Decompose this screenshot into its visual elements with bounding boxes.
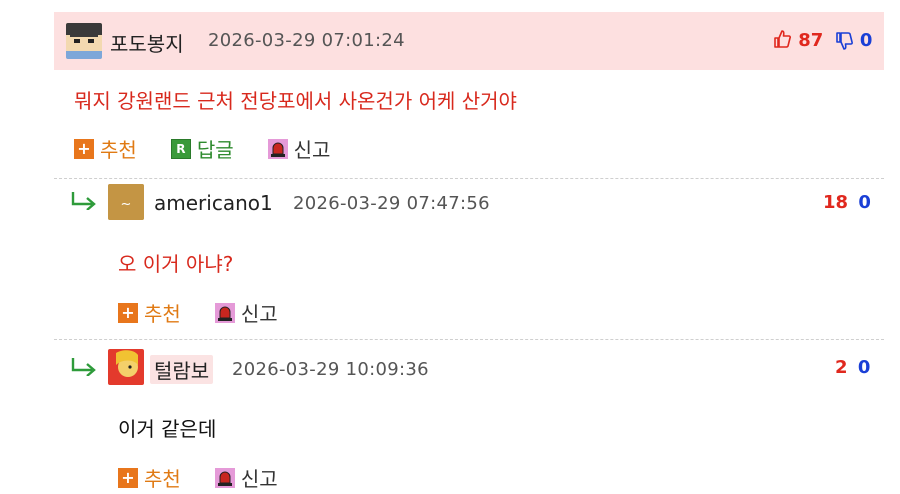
reply-nickname[interactable]: americano1 [154, 191, 273, 215]
reply-label: 답글 [196, 138, 234, 162]
post-nickname[interactable]: 포도봉지 [110, 28, 184, 57]
avatar[interactable] [108, 349, 144, 385]
post-actions: + 추천 R 답글 신고 [74, 134, 364, 163]
report-button[interactable]: 신고 [214, 463, 278, 492]
reply-body: 오 이거 아냐? [118, 252, 234, 276]
reply-arrow-icon [70, 356, 100, 377]
recommend-button[interactable]: + 추천 [74, 134, 137, 163]
siren-icon [214, 302, 235, 323]
avatar[interactable] [66, 23, 102, 59]
svg-text:~: ~ [121, 197, 132, 212]
recommend-label: 추천 [100, 138, 137, 162]
downvote-count: 0 [858, 192, 871, 213]
post-body: 뭐지 강원랜드 근처 전당포에서 사온건가 어케 산거야 [74, 89, 517, 113]
thumbs-down-icon[interactable] [834, 31, 854, 56]
report-label: 신고 [240, 467, 278, 491]
plus-icon: + [74, 138, 94, 159]
plus-icon: + [118, 302, 138, 323]
report-button[interactable]: 신고 [214, 298, 278, 327]
siren-icon [214, 467, 235, 488]
reply-button[interactable]: R 답글 [170, 134, 234, 163]
recommend-label: 추천 [144, 467, 181, 491]
post-timestamp: 2026-03-29 07:01:24 [208, 30, 405, 51]
avatar[interactable]: ~ [108, 184, 144, 220]
reply-timestamp: 2026-03-29 10:09:36 [232, 359, 429, 380]
thumbs-up-icon[interactable] [772, 29, 792, 54]
reply-nickname[interactable]: 털람보 [150, 355, 214, 384]
report-label: 신고 [293, 138, 331, 162]
post-votes: 87 0 [772, 29, 872, 56]
reply-timestamp: 2026-03-29 07:47:56 [293, 193, 490, 214]
reply-body: 이거 같은데 [118, 417, 217, 441]
upvote-count: 18 [823, 192, 849, 213]
reply-votes: 2 0 [835, 357, 870, 378]
downvote-count: 0 [859, 30, 873, 51]
downvote-count: 0 [857, 357, 871, 378]
post-header: 포도봉지 2026-03-29 07:01:24 87 0 [54, 12, 884, 70]
divider [54, 339, 884, 340]
recommend-button[interactable]: + 추천 [118, 463, 181, 492]
recommend-button[interactable]: + 추천 [118, 298, 181, 327]
report-button[interactable]: 신고 [267, 134, 331, 163]
reply-arrow-icon [70, 190, 100, 211]
siren-icon [267, 138, 288, 159]
reply-actions: + 추천 신고 [118, 298, 312, 327]
comment-thread: 포도봉지 2026-03-29 07:01:24 87 0 뭐지 강원랜드 근처… [0, 0, 900, 494]
report-label: 신고 [240, 302, 278, 326]
upvote-count: 2 [835, 357, 848, 378]
divider [54, 178, 884, 179]
reply-actions: + 추천 신고 [118, 463, 312, 492]
reply-votes: 18 0 [823, 192, 871, 213]
upvote-count: 87 [798, 30, 824, 51]
plus-icon: + [118, 467, 138, 488]
reply-icon: R [170, 138, 191, 159]
recommend-label: 추천 [144, 302, 181, 326]
